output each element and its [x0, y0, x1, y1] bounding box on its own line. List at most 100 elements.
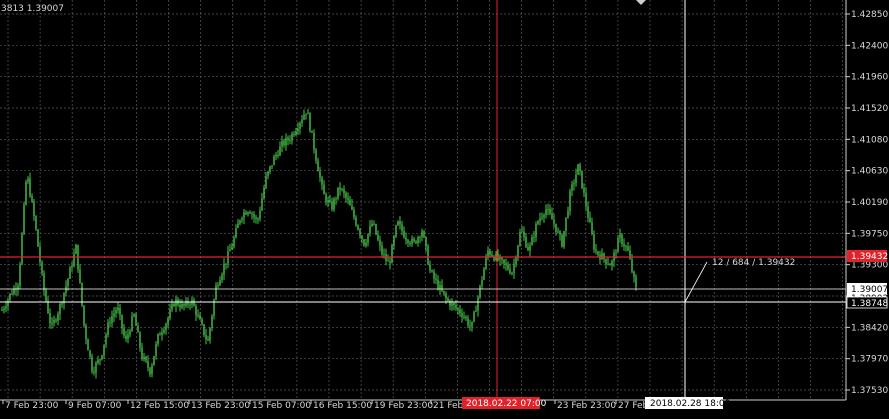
candle-body	[101, 355, 103, 360]
candle-body	[291, 133, 293, 141]
candle-body	[115, 310, 117, 314]
candle-body	[485, 256, 487, 269]
candle-body	[219, 280, 221, 286]
candle-body	[55, 319, 57, 321]
candle-body	[405, 237, 407, 241]
candle-body	[615, 252, 617, 254]
candle-body	[507, 264, 509, 270]
price-tick-label: 1.41960	[851, 73, 888, 83]
price-chart[interactable]: 12 / 684 / 1.39432 3813 1.39007 1.42850 1…	[0, 0, 889, 419]
candle-body	[423, 231, 425, 238]
candle-body	[619, 234, 621, 238]
candle-body	[375, 224, 377, 235]
candle-body	[547, 209, 549, 211]
candle-body	[257, 218, 259, 220]
candle-body	[319, 171, 321, 178]
candle-body	[361, 235, 363, 240]
candle-body	[353, 209, 355, 218]
candle-body	[121, 314, 123, 329]
candle-body	[553, 219, 555, 224]
candle-body	[171, 303, 173, 310]
candle-body	[145, 356, 147, 361]
candle-body	[147, 360, 149, 368]
candle-body	[333, 199, 335, 210]
time-tick-label: 19 Feb 23:00	[374, 401, 433, 411]
candle-body	[409, 243, 411, 245]
candle-body	[155, 344, 157, 357]
candle-body	[189, 304, 191, 306]
candle-body	[79, 269, 81, 283]
candle-body	[203, 324, 205, 335]
candle-body	[525, 236, 527, 248]
candle-body	[389, 261, 391, 264]
crosshair-time-tag-text: 2018.02.28 18:00	[650, 399, 731, 409]
candle-body	[597, 251, 599, 255]
candle-body	[285, 137, 287, 146]
candle-body	[11, 293, 13, 295]
candle-body	[563, 230, 565, 247]
candle-body	[129, 331, 131, 335]
candle-body	[443, 290, 445, 294]
time-tick-label: 21 Feb	[433, 401, 464, 411]
candle-body	[565, 217, 567, 231]
candle-body	[277, 154, 279, 156]
candle-body	[489, 250, 491, 255]
candle-body	[435, 278, 437, 280]
candle-body	[355, 217, 357, 226]
candle-body	[513, 264, 515, 273]
time-tick-label: 7 Feb 23:00	[5, 401, 59, 411]
candle-body	[627, 246, 629, 251]
candle-body	[53, 319, 55, 324]
candle-body	[181, 303, 183, 308]
candle-body	[625, 246, 627, 248]
chart-background	[0, 0, 889, 419]
candle-body	[97, 359, 99, 364]
candle-body	[629, 250, 631, 259]
candle-body	[481, 279, 483, 286]
candle-body	[529, 245, 531, 251]
candle-body	[357, 225, 359, 230]
candle-body	[349, 199, 351, 206]
candle-body	[105, 334, 107, 345]
candle-body	[243, 212, 245, 219]
candle-body	[113, 313, 115, 317]
candle-body	[75, 244, 77, 255]
candle-body	[159, 334, 161, 336]
candle-body	[259, 210, 261, 219]
candle-body	[157, 334, 159, 345]
candle-body	[543, 214, 545, 218]
candle-body	[263, 187, 265, 199]
candle-body	[245, 212, 247, 215]
candle-body	[337, 187, 339, 199]
candle-body	[377, 234, 379, 241]
candle-body	[293, 133, 295, 135]
candle-body	[323, 184, 325, 195]
candle-body	[315, 149, 317, 161]
candle-body	[437, 279, 439, 289]
quote-text: 3813 1.39007	[1, 4, 64, 14]
candle-body	[125, 335, 127, 339]
candle-body	[521, 231, 523, 233]
candle-body	[549, 209, 551, 214]
candle-body	[217, 285, 219, 287]
candle-body	[535, 223, 537, 237]
candle-body	[425, 237, 427, 247]
candle-body	[401, 224, 403, 231]
candle-body	[117, 307, 119, 311]
candle-body	[123, 328, 125, 336]
candle-body	[231, 246, 233, 250]
candle-body	[253, 214, 255, 218]
candle-body	[541, 217, 543, 219]
candle-body	[609, 264, 611, 266]
candle-body	[381, 245, 383, 255]
candle-body	[211, 315, 213, 329]
candle-body	[307, 113, 309, 115]
candle-body	[325, 194, 327, 203]
candle-body	[1, 310, 3, 312]
candle-body	[73, 254, 75, 267]
candle-body	[133, 314, 135, 317]
candle-body	[413, 238, 415, 241]
candle-body	[365, 242, 367, 246]
candle-body	[399, 221, 401, 225]
price-tick-label: 1.39300	[851, 261, 888, 271]
